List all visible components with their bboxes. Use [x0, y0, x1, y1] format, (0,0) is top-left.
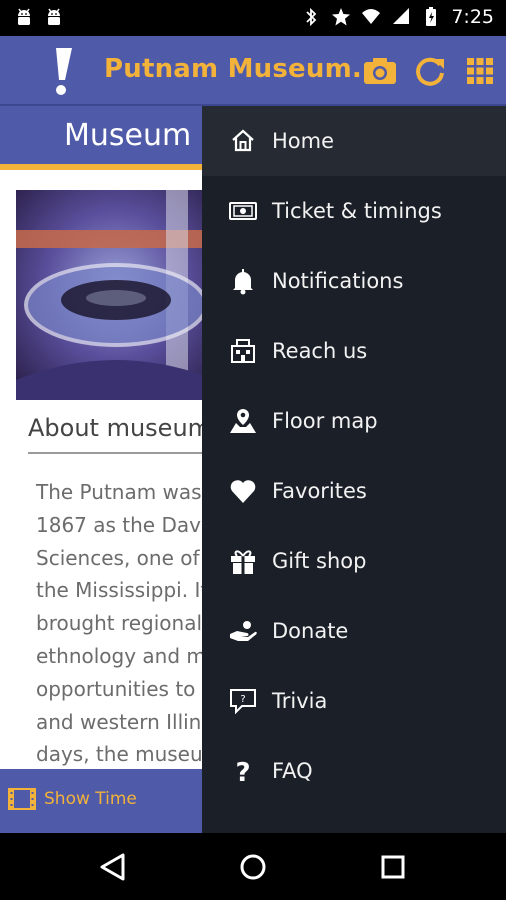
status-system-icons: 7:25	[301, 6, 494, 28]
drawer-item-label: Floor map	[272, 409, 378, 433]
drawer-item-donate[interactable]: Donate	[202, 596, 506, 666]
section-title: Museum	[64, 118, 192, 153]
trivia-chat-icon: ?	[230, 689, 256, 715]
drawer-item-gift-shop[interactable]: Gift shop	[202, 526, 506, 596]
ticket-icon	[229, 202, 257, 220]
gift-icon	[231, 550, 255, 574]
app-bar: Putnam Museum..	[0, 36, 506, 106]
camera-icon[interactable]	[362, 53, 398, 89]
drawer-item-label: Trivia	[272, 689, 328, 713]
status-notifications	[14, 7, 64, 29]
drawer-item-home[interactable]: Home	[202, 106, 506, 176]
recents-icon[interactable]	[373, 847, 413, 887]
app-title: Putnam Museum..	[104, 54, 373, 84]
hero-artwork	[16, 190, 216, 400]
svg-text:?: ?	[240, 694, 245, 705]
bell-icon	[233, 269, 253, 295]
android-icon	[48, 8, 60, 25]
navigation-drawer: Home Ticket & timings Notifications Reac…	[202, 106, 506, 833]
show-time-label: Show Time	[44, 789, 137, 809]
grid-menu-icon[interactable]	[462, 53, 498, 89]
drawer-item-reach-us[interactable]: Reach us	[202, 316, 506, 386]
drawer-item-notifications[interactable]: Notifications	[202, 246, 506, 316]
drawer-item-trivia[interactable]: ? Trivia	[202, 666, 506, 736]
drawer-item-faq[interactable]: ? FAQ	[202, 736, 506, 806]
drawer-item-floor-map[interactable]: Floor map	[202, 386, 506, 456]
heart-icon	[230, 480, 256, 503]
android-nav-bar	[0, 833, 506, 900]
drawer-item-ticket[interactable]: Ticket & timings	[202, 176, 506, 246]
drawer-item-label: Notifications	[272, 269, 404, 293]
back-icon[interactable]	[93, 847, 133, 887]
refresh-icon[interactable]	[412, 53, 448, 89]
map-pin-icon	[230, 409, 256, 433]
star-icon	[332, 8, 351, 26]
app-actions	[362, 53, 498, 89]
bluetooth-icon	[306, 7, 317, 27]
show-time-tab[interactable]: Show Time	[8, 787, 137, 811]
drawer-item-label: Ticket & timings	[272, 199, 442, 223]
drawer-item-label: FAQ	[272, 759, 313, 783]
drawer-item-label: Favorites	[272, 479, 367, 503]
film-icon	[8, 788, 36, 810]
android-icon	[18, 8, 30, 25]
cell-signal-icon	[393, 8, 410, 24]
home-icon	[232, 129, 254, 152]
building-icon	[231, 339, 255, 363]
exclamation-logo-icon[interactable]	[44, 46, 80, 96]
drawer-item-favorites[interactable]: Favorites	[202, 456, 506, 526]
drawer-item-label: Reach us	[272, 339, 368, 363]
status-bar: 7:25	[0, 0, 506, 36]
battery-icon	[426, 7, 437, 26]
svg-text:?: ?	[235, 758, 250, 786]
museum-hero-image	[16, 190, 216, 400]
home-nav-icon[interactable]	[233, 847, 273, 887]
donate-hand-icon	[230, 621, 257, 641]
drawer-item-label: Home	[272, 129, 335, 153]
wifi-icon	[362, 9, 381, 24]
drawer-item-label: Gift shop	[272, 549, 367, 573]
status-time: 7:25	[451, 6, 494, 28]
about-heading: About museum	[28, 414, 212, 442]
question-icon: ?	[235, 758, 250, 786]
drawer-item-label: Donate	[272, 619, 349, 643]
